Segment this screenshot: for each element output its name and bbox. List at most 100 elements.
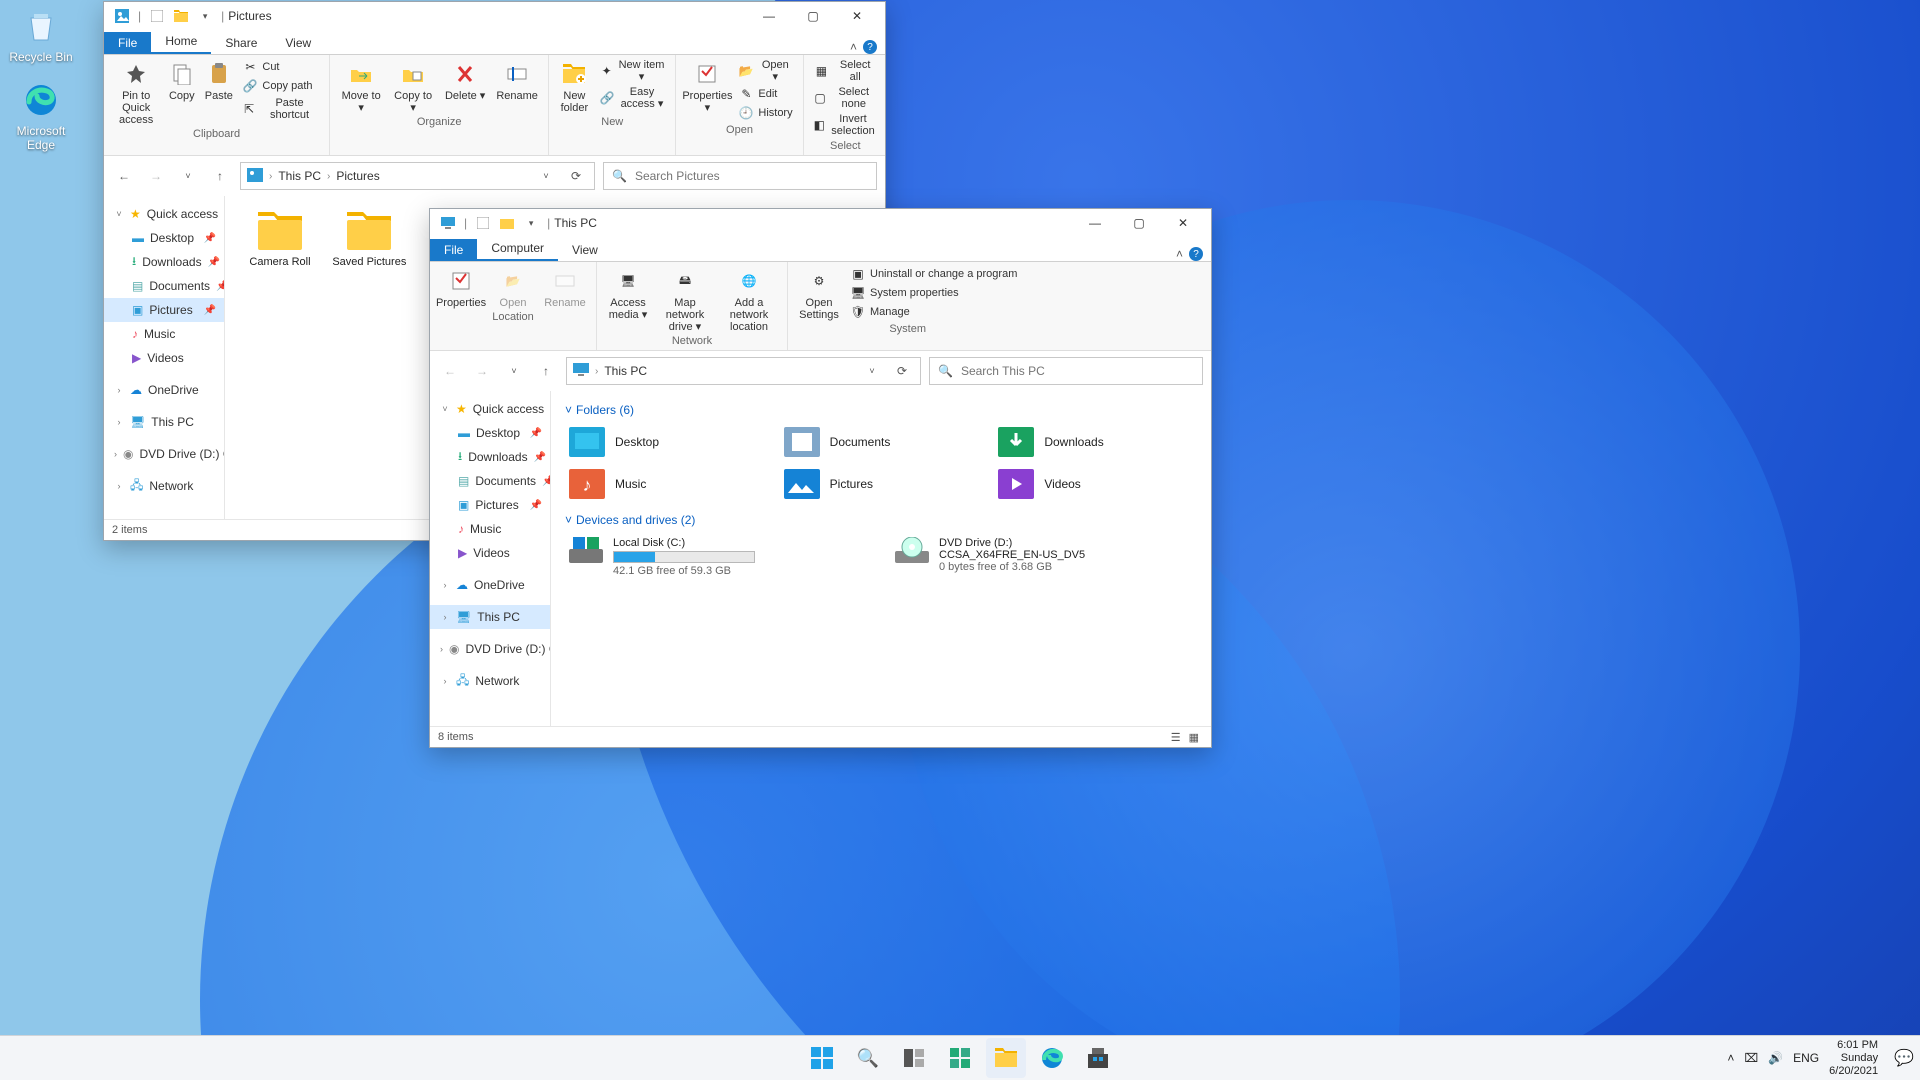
collapse-ribbon-icon[interactable]: ˄ xyxy=(850,40,857,54)
tray-chevron-icon[interactable]: ˄ xyxy=(1727,1051,1734,1065)
address-dropdown-button[interactable]: ˅ xyxy=(860,359,884,383)
manage-button[interactable]: 🛡Manage xyxy=(846,303,1021,321)
drive-local-c[interactable]: Local Disk (C:) 42.1 GB free of 59.3 GB xyxy=(565,533,871,581)
new-item-button[interactable]: ✦New item ▾ xyxy=(596,58,670,84)
save-icon[interactable] xyxy=(149,8,165,24)
tab-home[interactable]: Home xyxy=(151,30,211,54)
address-bar[interactable]: › This PC ˅ ⟳ xyxy=(566,357,921,385)
properties-button[interactable]: Properties xyxy=(436,265,486,309)
paste-shortcut-button[interactable]: ⇱Paste shortcut xyxy=(238,96,323,122)
search-box[interactable]: 🔍 xyxy=(603,162,877,190)
tray-touchpad-icon[interactable]: ⌧ xyxy=(1744,1051,1758,1065)
properties-button[interactable]: Properties ▾ xyxy=(682,58,732,114)
up-button[interactable]: ↑ xyxy=(208,164,232,188)
taskbar-edge[interactable] xyxy=(1032,1038,1072,1078)
section-folders[interactable]: ˅Folders (6) xyxy=(565,403,1197,417)
chevron-right-icon[interactable]: › xyxy=(327,171,330,182)
tree-desktop[interactable]: ▬Desktop📌 xyxy=(104,226,224,250)
tree-music[interactable]: ♪Music xyxy=(104,322,224,346)
search-box[interactable]: 🔍 xyxy=(929,357,1203,385)
tree-onedrive[interactable]: ›☁OneDrive xyxy=(430,573,550,597)
tab-computer[interactable]: Computer xyxy=(477,237,558,261)
copy-path-button[interactable]: 🔗Copy path xyxy=(238,77,323,95)
cut-button[interactable]: ✂Cut xyxy=(238,58,323,76)
new-folder-button[interactable]: New folder xyxy=(555,58,594,114)
tree-downloads[interactable]: ⭳Downloads📌 xyxy=(104,250,224,274)
tree-dvd[interactable]: ›◉DVD Drive (D:) CCSA xyxy=(430,637,550,661)
paste-button[interactable]: Paste xyxy=(201,58,236,102)
forward-button[interactable]: → xyxy=(144,164,168,188)
select-none-button[interactable]: ▢Select none xyxy=(810,85,881,111)
folder-camera-roll[interactable]: Camera Roll xyxy=(241,212,319,268)
easy-access-button[interactable]: 🔗Easy access ▾ xyxy=(596,85,670,111)
copy-to-button[interactable]: Copy to ▾ xyxy=(388,58,438,114)
address-dropdown-button[interactable]: ˅ xyxy=(534,164,558,188)
taskbar-explorer[interactable] xyxy=(986,1038,1026,1078)
search-input[interactable] xyxy=(633,168,868,184)
up-button[interactable]: ↑ xyxy=(534,359,558,383)
task-view-button[interactable] xyxy=(894,1038,934,1078)
desktop-icon-edge[interactable]: Microsoft Edge xyxy=(4,80,78,152)
widgets-button[interactable] xyxy=(940,1038,980,1078)
tab-file[interactable]: File xyxy=(104,32,151,54)
add-network-location-button[interactable]: 🌐Add a network location xyxy=(717,265,781,333)
tab-view[interactable]: View xyxy=(271,32,325,54)
tab-share[interactable]: Share xyxy=(211,32,271,54)
content-pane[interactable]: ˅Folders (6) Desktop Documents Downloads… xyxy=(551,391,1211,726)
copy-button[interactable]: Copy xyxy=(164,58,199,102)
maximize-button[interactable]: ▢ xyxy=(791,2,835,30)
pc-folder-desktop[interactable]: Desktop xyxy=(565,423,768,461)
chevron-right-icon[interactable]: › xyxy=(269,171,272,182)
chevron-down-icon[interactable]: ▾ xyxy=(197,8,213,24)
tree-documents[interactable]: ▤Documents📌 xyxy=(104,274,224,298)
tree-network[interactable]: ›🖧Network xyxy=(104,474,224,498)
search-button[interactable]: 🔍 xyxy=(848,1038,888,1078)
pc-folder-documents[interactable]: Documents xyxy=(780,423,983,461)
refresh-button[interactable]: ⟳ xyxy=(564,164,588,188)
pc-folder-music[interactable]: ♪Music xyxy=(565,465,768,503)
close-button[interactable]: ✕ xyxy=(835,2,879,30)
pc-folder-videos[interactable]: Videos xyxy=(994,465,1197,503)
tree-thispc[interactable]: ›🖥This PC xyxy=(430,605,550,629)
system-properties-button[interactable]: 🖥System properties xyxy=(846,284,1021,302)
section-drives[interactable]: ˅Devices and drives (2) xyxy=(565,513,1197,527)
move-to-button[interactable]: Move to ▾ xyxy=(336,58,386,114)
notifications-button[interactable]: 💬 xyxy=(1894,1048,1914,1068)
tray-volume-icon[interactable]: 🔊 xyxy=(1768,1051,1783,1065)
tab-file[interactable]: File xyxy=(430,239,477,261)
pc-folder-downloads[interactable]: Downloads xyxy=(994,423,1197,461)
chevron-down-icon[interactable]: ▾ xyxy=(523,215,539,231)
breadcrumb-thispc[interactable]: This PC xyxy=(604,364,647,378)
tree-quick-access[interactable]: ˅★Quick access xyxy=(104,202,224,226)
pc-folder-pictures[interactable]: Pictures xyxy=(780,465,983,503)
breadcrumb-pictures[interactable]: Pictures xyxy=(336,169,379,183)
folder-icon[interactable] xyxy=(173,8,189,24)
tab-view[interactable]: View xyxy=(558,239,612,261)
open-button[interactable]: 📂Open ▾ xyxy=(734,58,796,84)
rename-button[interactable]: Rename xyxy=(492,58,542,102)
select-all-button[interactable]: ▦Select all xyxy=(810,58,881,84)
tree-downloads[interactable]: ⭳Downloads📌 xyxy=(430,445,550,469)
chevron-right-icon[interactable]: › xyxy=(595,366,598,377)
tree-pictures[interactable]: ▣Pictures📌 xyxy=(430,493,550,517)
start-button[interactable] xyxy=(802,1038,842,1078)
breadcrumb-thispc[interactable]: This PC xyxy=(278,169,321,183)
address-bar[interactable]: › This PC › Pictures ˅ ⟳ xyxy=(240,162,595,190)
minimize-button[interactable]: — xyxy=(747,2,791,30)
taskbar-store[interactable] xyxy=(1078,1038,1118,1078)
desktop-icon-recycle-bin[interactable]: Recycle Bin xyxy=(4,6,78,64)
maximize-button[interactable]: ▢ xyxy=(1117,209,1161,237)
tree-thispc[interactable]: ›🖥This PC xyxy=(104,410,224,434)
invert-selection-button[interactable]: ◧Invert selection xyxy=(810,112,881,138)
access-media-button[interactable]: 🖥Access media ▾ xyxy=(603,265,653,321)
edit-button[interactable]: ✎Edit xyxy=(734,85,796,103)
refresh-button[interactable]: ⟳ xyxy=(890,359,914,383)
folder-saved-pictures[interactable]: Saved Pictures xyxy=(330,212,408,268)
close-button[interactable]: ✕ xyxy=(1161,209,1205,237)
folder-icon[interactable] xyxy=(499,215,515,231)
help-icon[interactable]: ? xyxy=(1189,247,1203,261)
save-icon[interactable] xyxy=(475,215,491,231)
tree-pictures[interactable]: ▣Pictures📌 xyxy=(104,298,224,322)
uninstall-button[interactable]: ▣Uninstall or change a program xyxy=(846,265,1021,283)
pin-quick-access-button[interactable]: Pin to Quick access xyxy=(110,58,162,126)
